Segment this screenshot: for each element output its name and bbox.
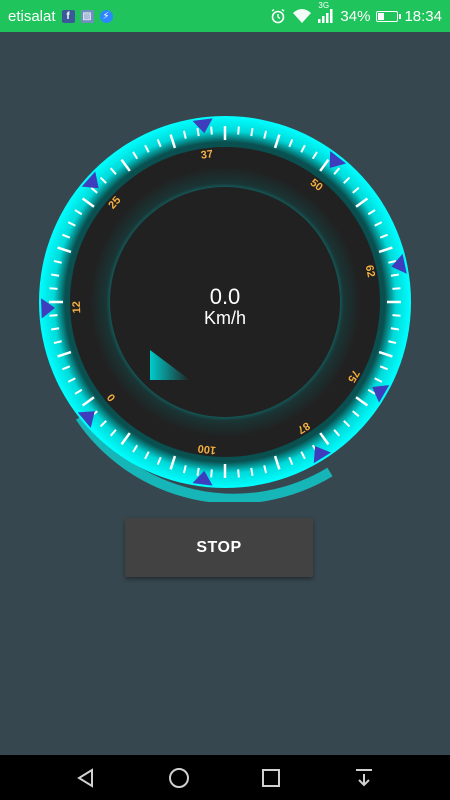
wifi-icon bbox=[293, 9, 312, 23]
gauge-tick-label: 62 bbox=[363, 264, 377, 278]
gauge-tick bbox=[250, 128, 254, 137]
home-icon bbox=[168, 767, 189, 788]
gauge-tick-label: 37 bbox=[200, 148, 214, 161]
navigation-bar bbox=[0, 755, 450, 800]
battery-level-fill bbox=[378, 12, 385, 20]
notification-pull-button[interactable] bbox=[349, 763, 379, 793]
gauge-tick bbox=[196, 467, 200, 476]
gauge-tick bbox=[210, 126, 213, 135]
gauge-tick bbox=[237, 469, 240, 478]
gauge-tick bbox=[210, 469, 213, 478]
speed-value: 0.0 bbox=[209, 284, 241, 309]
gauge-tick-label: 100 bbox=[197, 442, 217, 456]
back-button[interactable] bbox=[71, 763, 101, 793]
battery-percent: 34% bbox=[340, 7, 371, 25]
battery-icon bbox=[376, 10, 402, 22]
gauge-tick bbox=[390, 273, 399, 277]
gauge-tick bbox=[196, 128, 200, 137]
clock: 18:34 bbox=[404, 7, 442, 25]
facebook-icon: f bbox=[61, 9, 75, 23]
stop-button[interactable]: STOP bbox=[125, 518, 313, 577]
alarm-icon bbox=[272, 8, 285, 24]
carrier-name: etisalat bbox=[8, 7, 56, 25]
gallery-icon: ▧ bbox=[80, 9, 94, 23]
recents-button[interactable] bbox=[256, 763, 286, 793]
status-bar: etisalat f ▧ ⚡ 3G 34% 18:34 bbox=[0, 0, 450, 32]
network-type-label: 3G bbox=[318, 1, 330, 10]
signal-icon bbox=[318, 9, 333, 23]
notification-pull-icon bbox=[355, 768, 372, 786]
gauge-tick bbox=[250, 467, 254, 476]
messenger-icon: ⚡ bbox=[99, 9, 113, 23]
gauge-tick bbox=[51, 273, 60, 277]
speed-unit: Km/h bbox=[203, 308, 246, 328]
back-icon bbox=[77, 767, 94, 788]
recents-icon bbox=[262, 768, 281, 787]
home-button[interactable] bbox=[164, 763, 194, 793]
gauge-tick bbox=[237, 126, 240, 135]
